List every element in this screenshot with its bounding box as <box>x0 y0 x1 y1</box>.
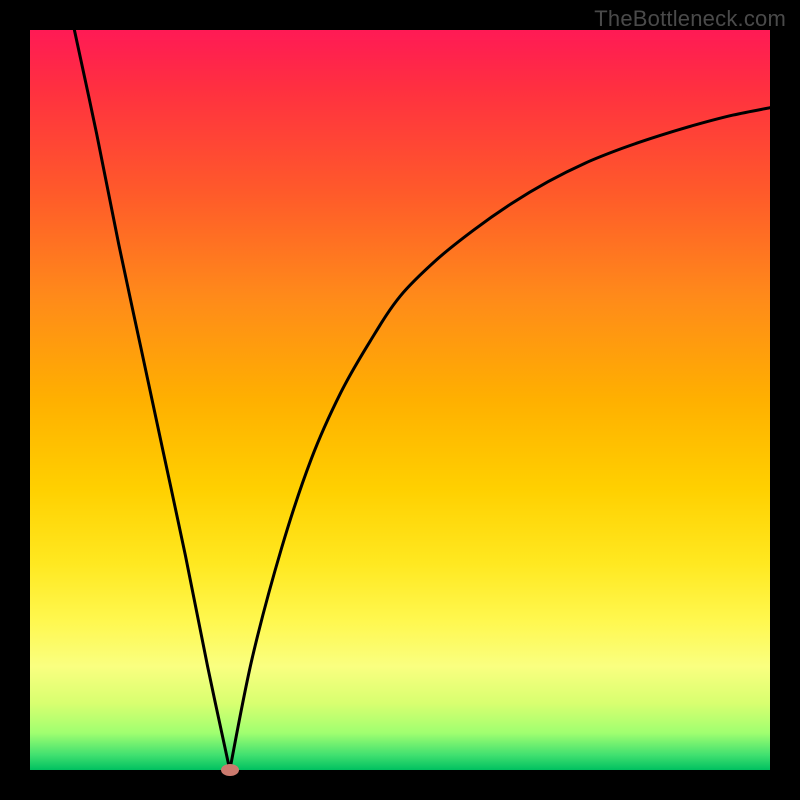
plot-area <box>30 30 770 770</box>
chart-frame: TheBottleneck.com <box>0 0 800 800</box>
watermark-text: TheBottleneck.com <box>594 6 786 32</box>
minimum-marker <box>221 764 239 776</box>
curve-svg <box>30 30 770 770</box>
curve-path <box>74 30 770 770</box>
